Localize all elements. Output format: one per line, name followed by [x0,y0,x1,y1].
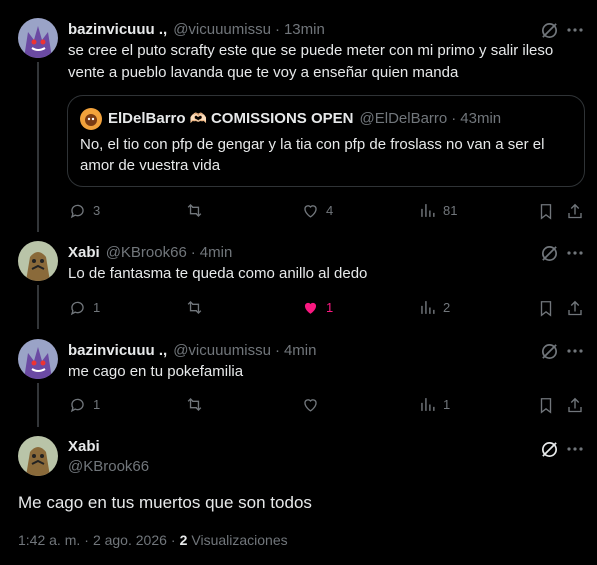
separator: · [274,21,280,38]
tweet-text-line: vente a pueblo lavanda que te voy a ense… [68,64,459,81]
reply-button[interactable]: 1 [68,298,100,317]
separator: · [84,532,89,548]
bookmark-icon[interactable] [535,200,557,222]
timestamp[interactable]: 13min [284,21,325,38]
separator: · [274,342,280,359]
retweet-icon [187,204,202,217]
more-icon[interactable] [564,242,586,264]
author-handle[interactable]: @vicuuumissu [173,342,271,359]
views-label: Visualizaciones [191,532,288,548]
views-icon [421,398,435,411]
tweet-text-line: me cago en tu pokefamilia [68,363,244,380]
quote-text-line: amor de vuestra vida [80,157,221,174]
retweet-button[interactable] [185,395,210,414]
author-handle[interactable]: @KBrook66 [106,244,187,261]
thread-line [37,62,39,232]
like-count: 4 [326,203,334,218]
tweet-metadata: 1:42 a. m. · 2 ago. 2026 · 2 Visualizaci… [18,532,288,548]
views-icon [421,204,435,217]
author-name[interactable]: Xabi [68,244,100,261]
tweet-text-line: Lo de fantasma te queda como anillo al d… [68,265,368,282]
bookmark-icon[interactable] [535,297,557,319]
author-name[interactable]: bazinvicuuu ., [68,342,167,359]
thread-line [37,285,39,329]
separator: · [190,244,196,261]
quote-timestamp: 43min [460,110,502,127]
avatar[interactable] [18,339,58,379]
retweet-icon [187,398,202,411]
share-icon[interactable] [564,394,586,416]
separator: · [451,110,457,127]
views-count: 1 [443,397,451,412]
heart-icon [304,205,317,218]
like-button[interactable]: 4 [301,201,333,220]
tweet-text-line: se cree el puto scrafty este que se pued… [68,42,554,59]
separator: · [170,532,176,548]
more-icon[interactable] [564,340,586,362]
avatar[interactable] [18,18,58,58]
avatar[interactable] [18,436,58,476]
views-button[interactable]: 2 [418,298,450,317]
grok-icon[interactable] [538,242,560,264]
views-button[interactable]: 1 [418,395,450,414]
views-button[interactable]: 81 [418,201,457,220]
author-handle[interactable]: @KBrook66 [68,458,149,475]
share-icon[interactable] [564,200,586,222]
grok-icon[interactable] [538,19,560,41]
timestamp[interactable]: 4min [200,244,233,261]
avatar[interactable] [18,241,58,281]
like-count: 1 [326,300,334,315]
reply-icon [70,398,84,413]
tweet-time[interactable]: 1:42 a. m. [18,532,80,548]
heart-filled-icon [304,302,317,314]
heart-icon [304,399,317,412]
quote-text-line: No, el tio con pfp de gengar y la tia co… [80,136,545,153]
quote-avatar [80,108,102,130]
grok-icon[interactable] [538,438,560,460]
quote-author-name: ElDelBarro [108,110,186,127]
views-count: 81 [443,203,458,218]
reply-icon [70,301,84,316]
author-handle[interactable]: @vicuuumissu [173,21,271,38]
bookmark-icon[interactable] [535,394,557,416]
tweet-date[interactable]: 2 ago. 2026 [93,532,167,548]
reply-count: 1 [93,300,101,315]
like-button[interactable]: 1 [301,298,333,317]
author-name[interactable]: Xabi [68,438,100,455]
reply-count: 3 [93,203,101,218]
views-icon [421,301,435,314]
retweet-button[interactable] [185,201,210,220]
more-icon[interactable] [564,19,586,41]
more-icon[interactable] [564,438,586,460]
reply-button[interactable]: 1 [68,395,100,414]
timestamp[interactable]: 4min [284,342,317,359]
quote-author-handle: @ElDelBarro [359,110,448,127]
reply-icon [70,204,84,219]
retweet-button[interactable] [185,298,210,317]
author-name[interactable]: bazinvicuuu ., [68,21,167,38]
share-icon[interactable] [564,297,586,319]
reply-count: 1 [93,397,101,412]
hands-badge-icon: 🫶🏻 [189,110,207,126]
grok-icon[interactable] [538,340,560,362]
main-tweet-text: Me cago en tus muertos que son todos [18,493,312,512]
reply-button[interactable]: 3 [68,201,100,220]
retweet-icon [187,301,202,314]
thread-line [37,383,39,427]
like-button[interactable] [301,395,326,414]
views-total: 2 [179,532,188,548]
views-count: 2 [443,300,451,315]
quote-author-suffix: COMISSIONS OPEN [210,110,354,127]
